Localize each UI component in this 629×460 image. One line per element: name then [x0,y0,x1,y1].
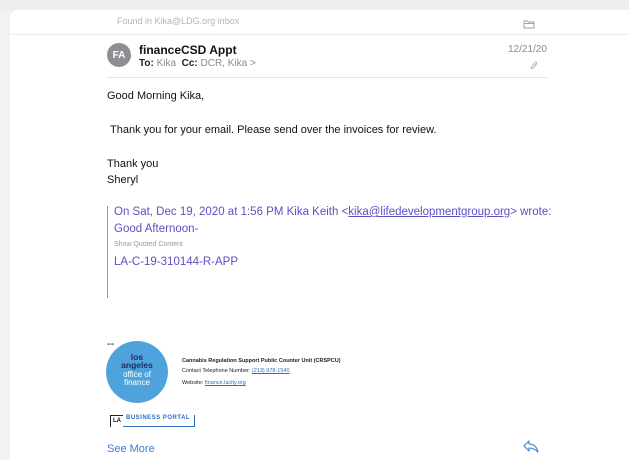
cc-label: Cc: [181,58,198,69]
reply-icon[interactable] [523,440,539,458]
to-value[interactable]: Kika [157,58,176,69]
chevron-right-icon[interactable]: > [250,58,256,69]
body-line: Thank you for your email. Please send ov… [110,124,437,136]
header-divider [107,77,547,78]
folder-icon[interactable] [523,16,535,34]
quote-line: Good Afternoon- [114,223,199,235]
see-more-link[interactable]: See More [107,443,155,455]
signature-unit: Cannabis Regulation Support Public Count… [182,358,341,364]
thanks-line: Thank you [107,158,159,170]
greeting: Good Morning Kika, [107,90,205,102]
sender-name: Sheryl [107,174,139,186]
email-date: 12/21/20 [508,44,547,55]
quote-email-link[interactable]: kika@lifedevelopmentgroup.org [348,206,510,218]
show-quoted-button[interactable]: Show Quoted Content [114,241,183,248]
found-in-bar: Found in Kika@LDG.org inbox [10,10,629,35]
signature-website: Website: finance.lacity.org [182,380,246,386]
business-portal-logo: LA BUSINESS PORTAL [110,409,196,427]
signature-separator: -- [107,338,115,350]
paperclip-icon [530,58,538,76]
cc-value[interactable]: DCR, Kika [201,58,248,69]
email-card: Found in Kika@LDG.org inbox FA financeCS… [10,10,629,460]
found-in-label: Found in Kika@LDG.org inbox [117,16,240,26]
recipients[interactable]: To: Kika Cc: DCR, Kika > [139,58,256,69]
quoted-content: On Sat, Dec 19, 2020 at 1:56 PM Kika Kei… [107,206,552,298]
phone-link[interactable]: (213) 978-1540 [252,368,290,374]
top-bar [0,0,629,10]
quote-reference: LA-C-19-310144-R-APP [114,256,239,268]
website-link[interactable]: finance.lacity.org [205,380,246,386]
to-label: To: [139,58,154,69]
email-subject: financeCSD Appt [139,43,237,57]
quote-intro: On Sat, Dec 19, 2020 at 1:56 PM Kika Kei… [114,206,552,218]
office-of-finance-logo: los angeles office of finance [106,341,168,403]
sender-avatar[interactable]: FA [107,43,131,67]
signature-phone: Contact Telephone Number: (213) 978-1540 [182,368,290,374]
